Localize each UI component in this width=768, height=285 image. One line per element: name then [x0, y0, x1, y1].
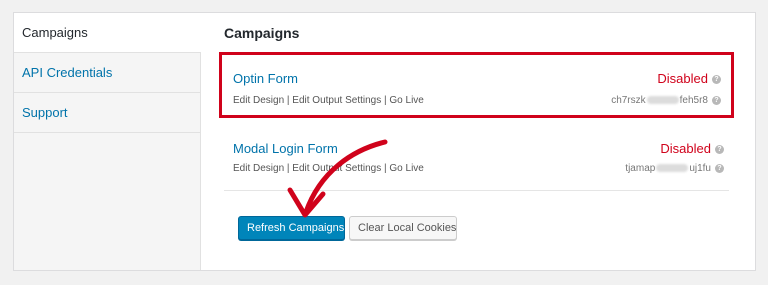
campaign-row: Modal Login Form Edit Design | Edit Outp…	[224, 135, 729, 191]
main-content: Campaigns Optin Form Edit Design | Edit …	[201, 13, 755, 270]
redacted-text	[656, 164, 689, 173]
status-text: Disabled	[657, 71, 708, 86]
sidebar-item-api-credentials[interactable]: API Credentials	[14, 53, 200, 93]
help-icon[interactable]: ?	[715, 145, 724, 155]
clear-local-cookies-button[interactable]: Clear Local Cookies	[349, 216, 457, 240]
page-title: Campaigns	[224, 25, 300, 41]
campaign-id: ch7rszk feh5r8?	[611, 95, 721, 106]
campaign-id-end: feh5r8	[679, 95, 708, 106]
refresh-campaigns-button[interactable]: Refresh Campaigns	[238, 216, 345, 240]
campaign-actions: Edit Design | Edit Output Settings | Go …	[233, 95, 424, 106]
campaign-id-start: tjamap	[625, 163, 656, 174]
campaign-id-end: uj1fu	[689, 163, 711, 174]
status-text: Disabled	[660, 141, 711, 156]
edit-design-link[interactable]: Edit Design	[233, 163, 284, 174]
sidebar-item-campaigns[interactable]: Campaigns	[14, 13, 201, 53]
go-live-link[interactable]: Go Live	[389, 95, 423, 106]
edit-output-settings-link[interactable]: Edit Output Settings	[292, 163, 381, 174]
sidebar-item-support[interactable]: Support	[14, 93, 200, 133]
campaign-id-start: ch7rszk	[611, 95, 646, 106]
help-icon[interactable]: ?	[715, 163, 724, 173]
settings-panel: Campaigns API Credentials Support Campai…	[13, 12, 756, 271]
status-badge: Disabled?	[657, 71, 721, 86]
campaign-name-link[interactable]: Modal Login Form	[233, 141, 338, 156]
campaign-row: Optin Form Edit Design | Edit Output Set…	[219, 52, 734, 118]
campaign-name-link[interactable]: Optin Form	[233, 71, 298, 86]
help-icon[interactable]: ?	[712, 95, 721, 105]
campaign-id: tjamap uj1fu?	[625, 163, 724, 174]
sidebar: Campaigns API Credentials Support	[14, 13, 201, 270]
edit-output-settings-link[interactable]: Edit Output Settings	[292, 95, 381, 106]
go-live-link[interactable]: Go Live	[389, 163, 423, 174]
redacted-text	[646, 96, 679, 105]
help-icon[interactable]: ?	[712, 75, 721, 85]
edit-design-link[interactable]: Edit Design	[233, 95, 284, 106]
status-badge: Disabled?	[660, 141, 724, 156]
campaign-actions: Edit Design | Edit Output Settings | Go …	[233, 163, 424, 174]
